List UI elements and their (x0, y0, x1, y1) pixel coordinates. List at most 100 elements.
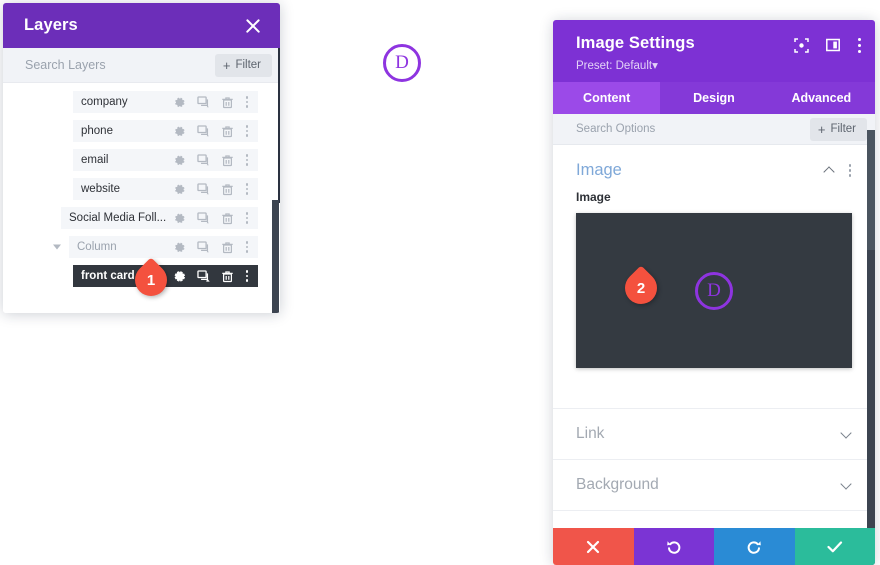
trash-icon[interactable] (221, 212, 234, 225)
layer-row-actions (173, 211, 258, 225)
layers-scrollbar-thumb[interactable] (272, 200, 279, 313)
chevron-down-icon[interactable] (841, 482, 852, 489)
more-options-icon[interactable] (245, 96, 249, 109)
gear-icon[interactable] (173, 270, 186, 283)
duplicate-icon[interactable] (197, 240, 210, 254)
layers-panel-header: Layers (3, 3, 280, 48)
chevron-down-icon: ▾ (652, 60, 658, 72)
divi-logo-icon: D (695, 271, 733, 310)
settings-panel-body: Image Image D 2 LinkBackgroundAdmin Labe… (553, 145, 875, 565)
gear-icon[interactable] (173, 183, 186, 196)
layer-row[interactable]: company (73, 91, 258, 113)
more-options-icon[interactable] (245, 125, 249, 138)
gear-icon[interactable] (173, 154, 186, 167)
trash-icon[interactable] (221, 96, 234, 109)
more-options-icon[interactable] (245, 154, 249, 167)
tab-label: Design (693, 91, 735, 105)
layer-row-actions (173, 182, 258, 196)
options-filter-button[interactable]: + Filter (809, 117, 867, 141)
preset-label: Preset: Default (576, 60, 653, 72)
layers-scrollbar[interactable] (272, 48, 279, 313)
focus-icon[interactable] (794, 37, 809, 53)
layer-row[interactable]: website (73, 178, 258, 200)
save-button[interactable] (794, 528, 875, 565)
layer-row-label: website (81, 183, 120, 195)
layer-row-label: company (81, 96, 128, 108)
duplicate-icon[interactable] (197, 124, 210, 138)
trash-icon[interactable] (221, 270, 234, 283)
section-background[interactable]: Background (553, 459, 875, 510)
preset-selector[interactable]: Preset: Default▾ (576, 58, 859, 72)
divi-logo-letter: D (707, 279, 721, 301)
section-link[interactable]: Link (553, 408, 875, 459)
tab-content[interactable]: Content (553, 82, 661, 114)
layers-filter-button[interactable]: + Filter (214, 53, 272, 77)
close-icon[interactable] (244, 17, 262, 35)
image-preview[interactable]: D 2 (576, 213, 852, 368)
tab-label: Content (583, 91, 631, 105)
tab-advanced[interactable]: Advanced (768, 82, 875, 114)
settings-tabs: Content Design Advanced (553, 82, 875, 114)
trash-icon[interactable] (221, 125, 234, 138)
more-options-icon[interactable] (857, 37, 861, 53)
layer-row-label: Social Media Foll... (69, 212, 167, 224)
close-icon (587, 540, 600, 553)
layer-row[interactable]: phone (73, 120, 258, 142)
layer-row[interactable]: Column (53, 236, 258, 258)
trash-icon[interactable] (221, 183, 234, 196)
gear-icon[interactable] (173, 96, 186, 109)
layer-row-label: Column (77, 241, 117, 253)
search-layers-input[interactable]: Search Layers (25, 58, 106, 72)
duplicate-icon[interactable] (197, 269, 210, 283)
duplicate-icon[interactable] (197, 153, 210, 167)
tab-label: Advanced (791, 91, 852, 105)
layer-row-actions (173, 95, 258, 109)
more-options-icon[interactable] (245, 183, 249, 196)
annotation-marker-2: 2 (618, 265, 669, 311)
section-label: Background (576, 476, 659, 493)
settings-header-icons (794, 37, 861, 53)
image-section-controls (824, 163, 852, 178)
plus-icon: + (817, 121, 826, 137)
undo-icon (666, 540, 681, 554)
redo-button[interactable] (714, 528, 795, 565)
layer-row-actions (173, 153, 258, 167)
trash-icon[interactable] (221, 154, 234, 167)
chevron-up-icon[interactable] (824, 167, 835, 174)
undo-button[interactable] (633, 528, 714, 565)
settings-scrollbar[interactable] (867, 130, 875, 565)
tab-design[interactable]: Design (660, 82, 767, 114)
chevron-down-icon[interactable] (841, 431, 852, 438)
duplicate-icon[interactable] (197, 182, 210, 196)
layer-row-actions (173, 240, 258, 254)
layers-panel: Layers Search Layers + Filter company pho… (3, 3, 280, 313)
gear-icon[interactable] (173, 241, 186, 254)
more-options-icon[interactable] (245, 270, 249, 283)
check-icon (827, 540, 842, 552)
plus-icon: + (222, 57, 231, 73)
cancel-button[interactable] (553, 528, 634, 565)
layers-filter-label: Filter (235, 59, 261, 71)
search-options-input[interactable]: Search Options (576, 123, 655, 135)
duplicate-icon[interactable] (197, 211, 210, 225)
gear-icon[interactable] (173, 125, 186, 138)
layer-row[interactable]: front card (73, 265, 258, 287)
trash-icon[interactable] (221, 241, 234, 254)
layout-columns-icon[interactable] (826, 38, 840, 52)
layer-row-label: email (81, 154, 109, 166)
settings-action-bar (553, 528, 875, 565)
image-section-header[interactable]: Image (553, 145, 875, 190)
more-options-icon[interactable] (245, 212, 249, 225)
options-search-bar: Search Options + Filter (553, 114, 875, 145)
layer-row[interactable]: email (73, 149, 258, 171)
layers-panel-title: Layers (24, 16, 78, 34)
expand-caret-icon[interactable] (53, 244, 61, 250)
settings-scrollbar-thumb[interactable] (867, 130, 875, 250)
more-options-icon[interactable] (245, 241, 249, 254)
more-options-icon[interactable] (848, 163, 852, 178)
gear-icon[interactable] (173, 212, 186, 225)
layer-row[interactable]: Social Media Foll... (61, 207, 258, 229)
layer-row-actions (173, 124, 258, 138)
duplicate-icon[interactable] (197, 95, 210, 109)
layers-list: company phone email website Social Media Fol… (3, 83, 280, 313)
